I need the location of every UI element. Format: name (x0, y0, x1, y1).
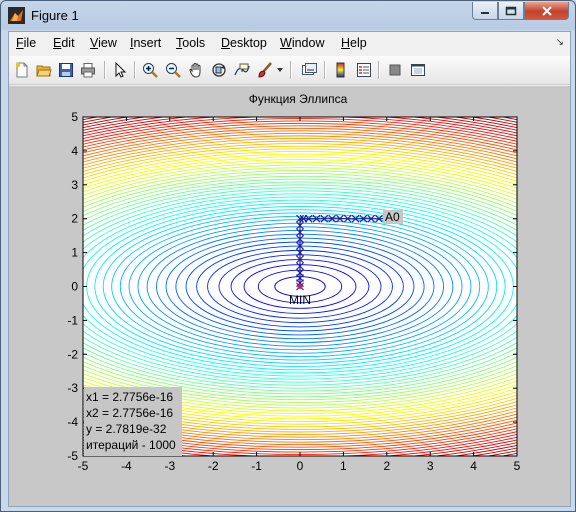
x-tick-label: 2 (383, 459, 390, 473)
menu-file[interactable]: File (16, 36, 36, 50)
x-tick-label: 4 (470, 459, 477, 473)
menu-edit[interactable]: Edit (53, 36, 75, 50)
y-tick-label: 4 (71, 144, 78, 158)
figure-client-area: File Edit View Insert Tools Desktop Wind… (8, 31, 571, 507)
matlab-figure-window: Figure 1 File Edit View Insert Tools Des… (0, 0, 576, 512)
x-tick-label: -4 (121, 459, 132, 473)
menu-dock-arrow-icon[interactable]: ↘ (556, 37, 564, 48)
window-title: Figure 1 (31, 8, 79, 23)
menu-bar: File Edit View Insert Tools Desktop Wind… (9, 32, 570, 54)
toolbar-separator (290, 61, 292, 79)
y-tick-label: -4 (67, 415, 78, 429)
y-tick-label: 5 (71, 110, 78, 124)
info-x1: x1 = 2.7756e-16 (86, 390, 173, 404)
maximize-icon (505, 6, 517, 15)
show-plot-tools-icon[interactable] (408, 60, 428, 80)
brush-dropdown-icon[interactable] (274, 60, 286, 80)
y-tick-label: 3 (71, 178, 78, 192)
print-icon[interactable] (78, 60, 98, 80)
x-tick-label: 1 (340, 459, 347, 473)
menu-tools[interactable]: Tools (176, 36, 205, 50)
zoom-in-icon[interactable] (140, 60, 160, 80)
rotate-3d-icon[interactable] (209, 60, 229, 80)
x-tick-label: 3 (427, 459, 434, 473)
toolbar-separator (134, 61, 136, 79)
hide-plot-tools-icon[interactable] (385, 60, 405, 80)
edit-plot-icon[interactable] (110, 60, 130, 80)
toolbar-separator (378, 61, 380, 79)
x-tick-label: -2 (208, 459, 219, 473)
zoom-out-icon[interactable] (163, 60, 183, 80)
menu-insert[interactable]: Insert (130, 36, 161, 50)
contour-plot[interactable]: Функция Эллипса -5 -4 -3 -2 -1 0 1 2 3 4 5 5 4 3 2 1 0 -… (9, 86, 570, 506)
y-tick-label: -3 (67, 381, 78, 395)
figure-canvas: Функция Эллипса -5 -4 -3 -2 -1 0 1 2 3 4 5 5 4 3 2 1 0 -… (9, 86, 570, 506)
pan-icon[interactable] (186, 60, 206, 80)
y-tick-label: 2 (71, 212, 78, 226)
x-tick-label: -5 (78, 459, 89, 473)
menu-view[interactable]: View (90, 36, 117, 50)
toolbar-separator (324, 61, 326, 79)
min-point-marker (297, 284, 303, 289)
x-tick-label: -1 (251, 459, 262, 473)
legend-icon[interactable] (354, 60, 374, 80)
minimize-button[interactable] (472, 2, 498, 20)
brush-icon[interactable] (255, 60, 275, 80)
y-tick-label: -5 (67, 449, 78, 463)
start-point-annotation: A0 (383, 210, 403, 224)
menu-window[interactable]: Window (280, 36, 324, 50)
link-plot-icon[interactable] (299, 60, 319, 80)
menu-help[interactable]: Help (341, 36, 367, 50)
x-tick-label: -3 (164, 459, 175, 473)
minimize-icon (481, 11, 489, 14)
y-tick-label: 1 (71, 246, 78, 260)
x-tick-label: 0 (297, 459, 304, 473)
y-tick-label: -1 (67, 313, 78, 327)
maximize-button[interactable] (498, 2, 524, 20)
new-figure-icon[interactable] (12, 60, 32, 80)
plot-title: Функция Эллипса (249, 92, 348, 106)
x-tick-label: 5 (514, 459, 521, 473)
info-iterations: итераций - 1000 (86, 438, 176, 452)
toolbar-separator (104, 61, 106, 79)
close-icon (541, 5, 552, 16)
close-button[interactable] (524, 2, 569, 20)
min-label: MIN (289, 293, 311, 307)
matlab-logo-icon (8, 7, 25, 24)
menu-desktop[interactable]: Desktop (221, 36, 267, 50)
colorbar-icon[interactable] (331, 60, 351, 80)
start-label: A0 (385, 210, 400, 224)
y-tick-label: -2 (67, 347, 78, 361)
save-icon[interactable] (56, 60, 76, 80)
figure-toolbar (9, 56, 570, 85)
open-file-icon[interactable] (34, 60, 54, 80)
title-bar[interactable]: Figure 1 (1, 1, 575, 31)
y-tick-label: 0 (71, 280, 78, 294)
data-cursor-icon[interactable] (232, 60, 252, 80)
info-x2: x2 = 2.7756e-16 (86, 406, 173, 420)
info-y: y = 2.7819e-32 (86, 422, 167, 436)
result-info-box: x1 = 2.7756e-16 x2 = 2.7756e-16 y = 2.78… (84, 387, 182, 456)
